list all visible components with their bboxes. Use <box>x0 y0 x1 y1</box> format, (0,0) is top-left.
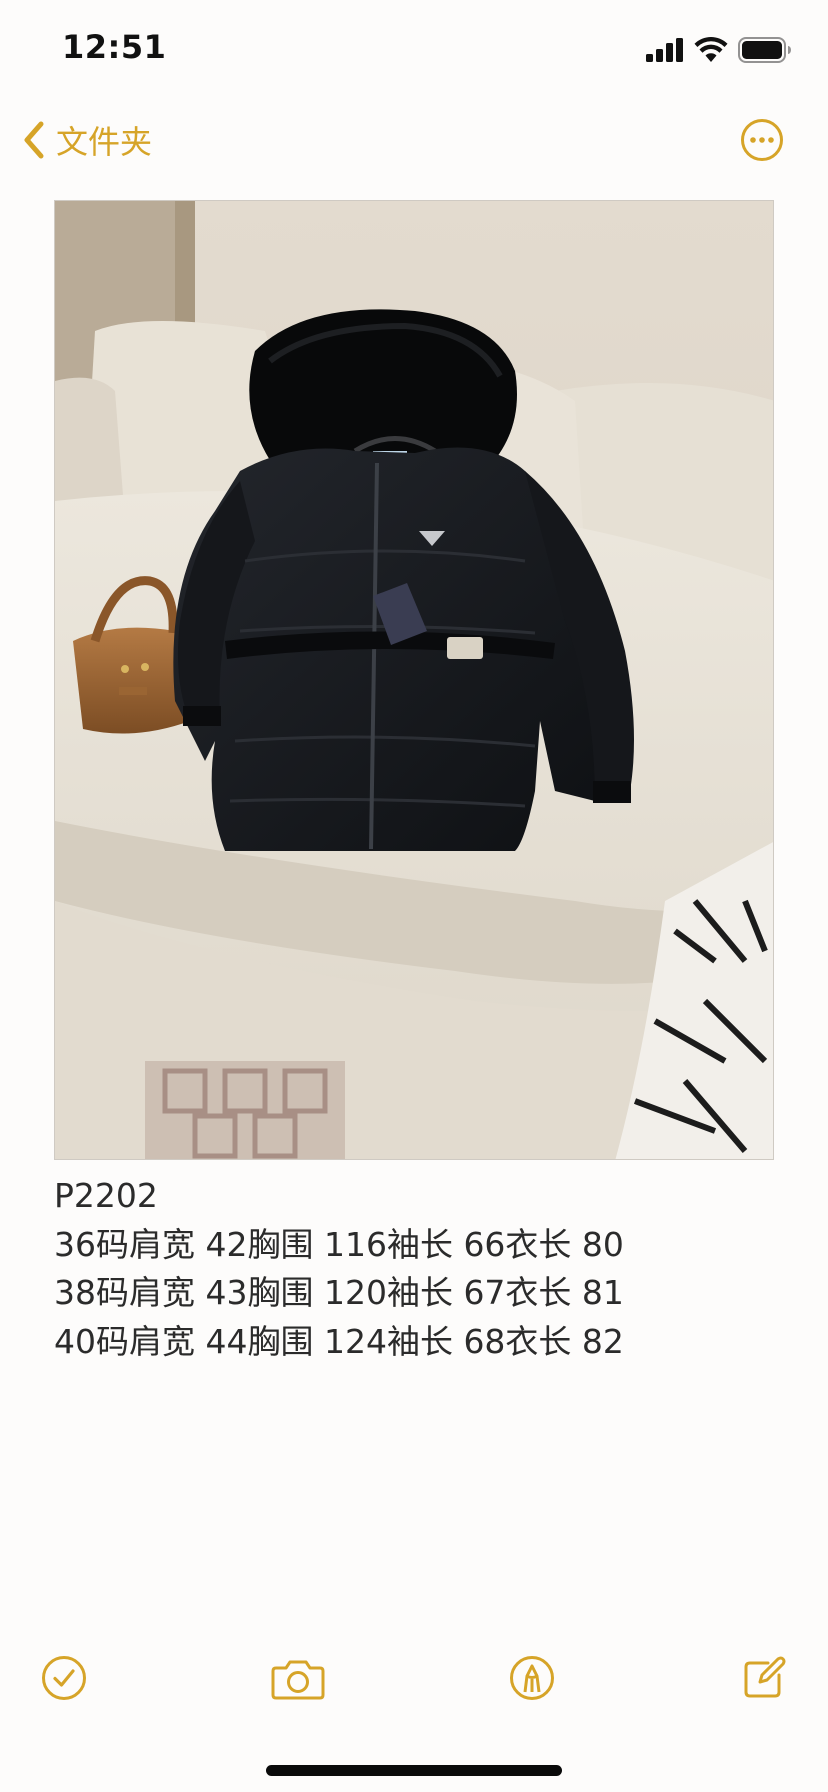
camera-icon <box>271 1660 325 1700</box>
chevron-left-icon <box>24 121 44 159</box>
note-line-size-36: 36码肩宽 42胸围 116袖长 66衣长 80 <box>54 1224 624 1264</box>
ellipsis-circle-icon <box>741 119 783 161</box>
note-line-product-code: P2202 <box>54 1176 158 1215</box>
note-photo[interactable] <box>54 200 774 1160</box>
navigation-bar: 文件夹 <box>0 100 828 180</box>
status-bar: 12:51 <box>0 0 828 96</box>
more-options-button[interactable] <box>740 118 784 162</box>
jacket-photo-image <box>55 201 773 1159</box>
markup-button[interactable] <box>508 1654 556 1702</box>
wifi-icon <box>694 37 728 62</box>
checklist-button[interactable] <box>40 1654 88 1702</box>
note-body[interactable]: P2202 36码肩宽 42胸围 116袖长 66衣长 80 38码肩宽 43胸… <box>54 1172 774 1366</box>
note-line-size-38: 38码肩宽 43胸围 120袖长 67衣长 81 <box>54 1273 624 1312</box>
markup-pen-icon <box>510 1656 554 1700</box>
back-label: 文件夹 <box>56 123 153 161</box>
status-icons <box>646 36 792 64</box>
camera-button[interactable] <box>270 1654 326 1702</box>
checklist-icon <box>42 1656 86 1700</box>
home-indicator[interactable] <box>266 1765 562 1776</box>
cellular-signal-icon <box>646 38 683 62</box>
back-button[interactable]: 文件夹 <box>22 118 152 162</box>
status-time: 12:51 <box>62 28 167 66</box>
note-line-size-40: 40码肩宽 44胸围 124袖长 68衣长 82 <box>54 1321 624 1361</box>
bottom-toolbar <box>0 1648 828 1708</box>
compose-button[interactable] <box>740 1654 788 1702</box>
battery-icon <box>738 37 791 63</box>
notes-screen: 12:51 文件夹 P2202 36码肩宽 42胸围 116袖长 66衣长 80… <box>0 0 828 1792</box>
compose-icon <box>744 1656 786 1698</box>
